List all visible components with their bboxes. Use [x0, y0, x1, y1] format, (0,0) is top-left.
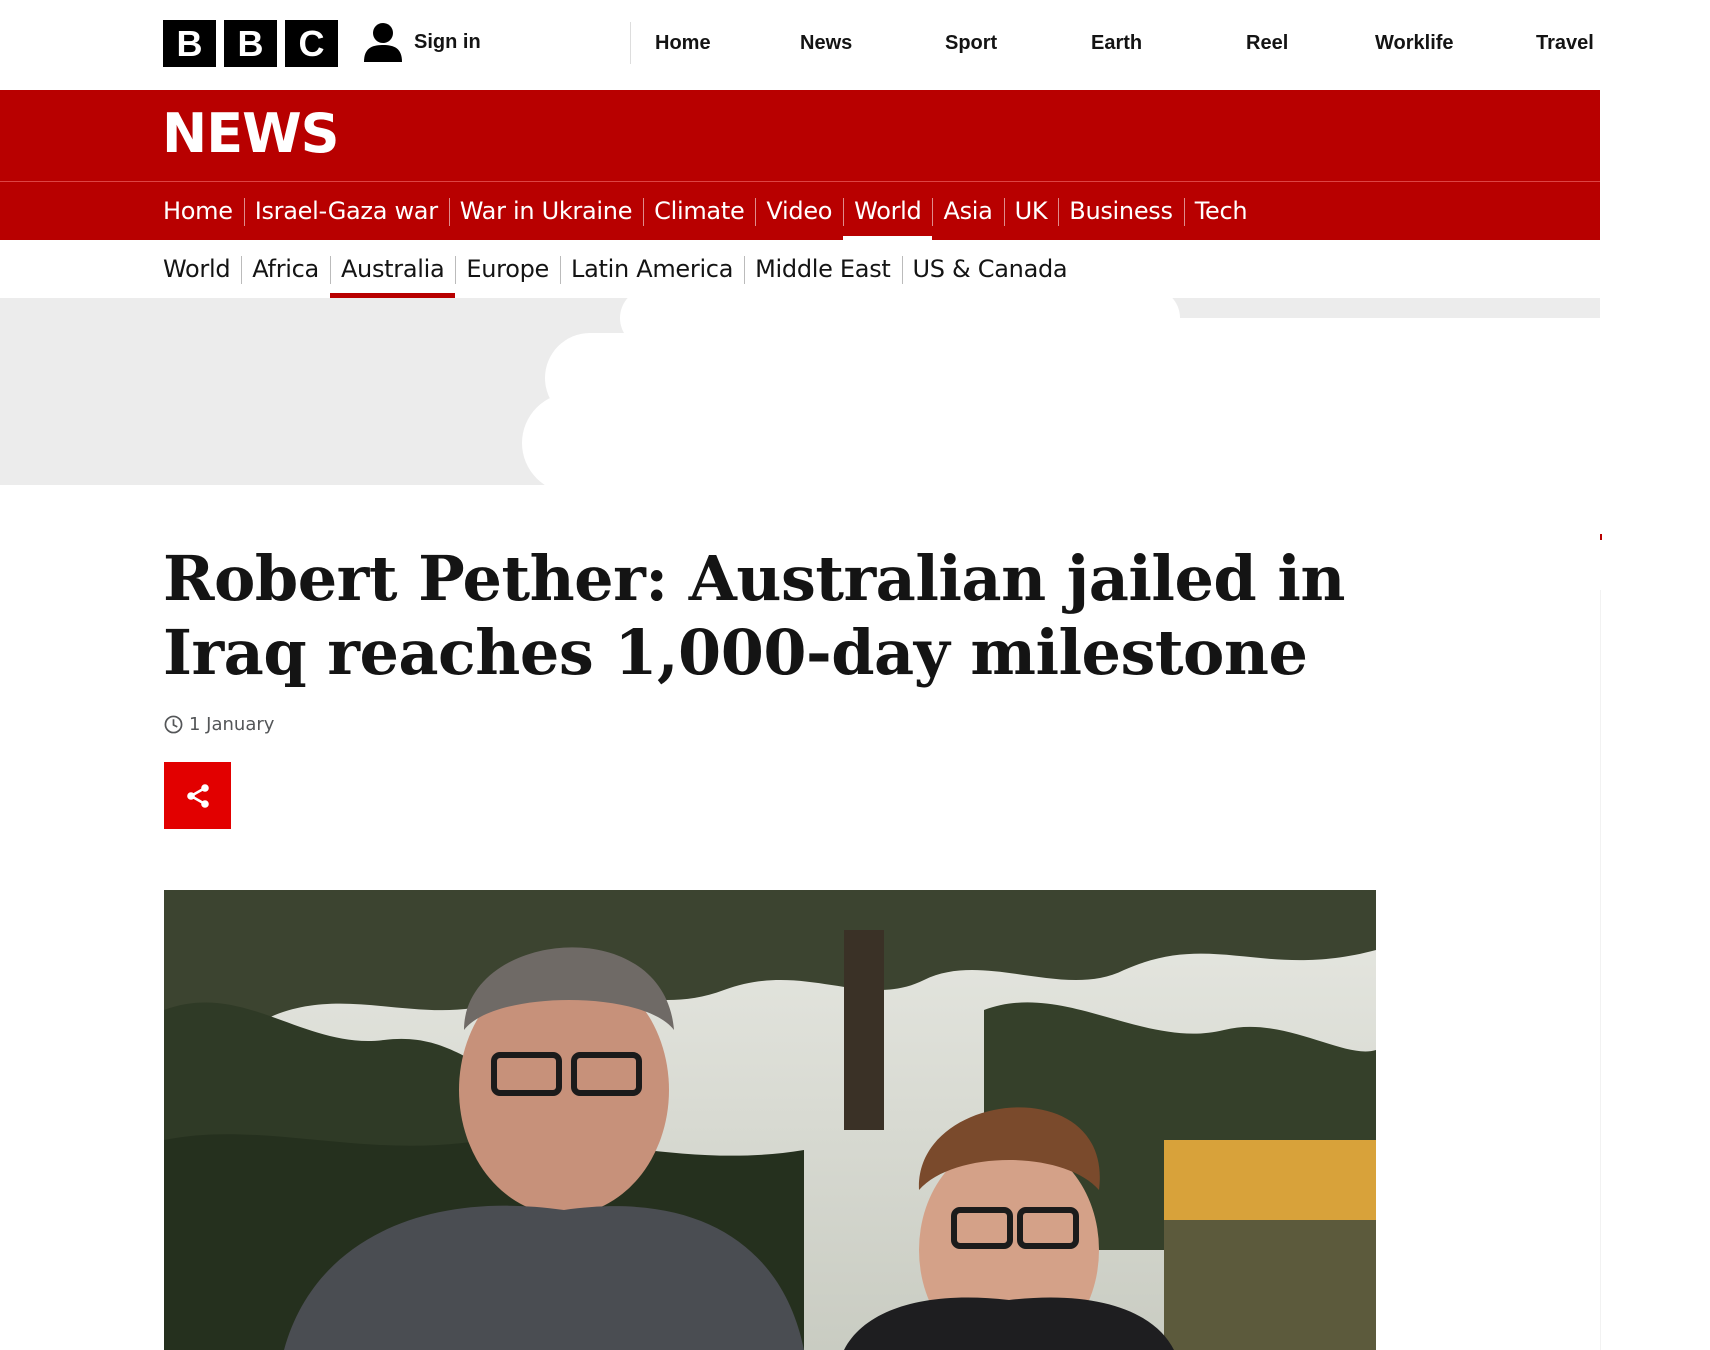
section-nav-video[interactable]: Video [755, 182, 843, 240]
page-right-margin [1600, 0, 1710, 1350]
section-nav-uk[interactable]: UK [1003, 182, 1059, 240]
article-timestamp: 1 January [164, 714, 274, 735]
global-nav-news[interactable]: News [800, 32, 852, 55]
sub-nav-us-canada[interactable]: US & Canada [901, 240, 1079, 298]
article-hero-image [164, 890, 1376, 1350]
article-headline: Robert Pether: Australian jailed in Iraq… [163, 542, 1346, 689]
section-nav-business[interactable]: Business [1058, 182, 1183, 240]
global-header: B B C Sign in Home News Sport Earth Reel… [0, 0, 1710, 90]
clock-icon [164, 715, 183, 734]
sub-nav-middle-east[interactable]: Middle East [744, 240, 901, 298]
global-nav-travel[interactable]: Travel [1536, 32, 1594, 55]
global-nav-home[interactable]: Home [655, 32, 711, 55]
section-nav-climate[interactable]: Climate [643, 182, 755, 240]
bbc-logo[interactable]: B B C [163, 20, 338, 67]
section-nav-asia[interactable]: Asia [932, 182, 1003, 240]
news-banner: NEWS [0, 90, 1600, 181]
bbc-logo-letter: C [285, 20, 338, 67]
section-nav-israel-gaza-war[interactable]: Israel-Gaza war [243, 182, 449, 240]
ad-blank-shape [760, 318, 1600, 485]
advert-slot[interactable] [0, 298, 1600, 485]
news-wordmark[interactable]: NEWS [162, 102, 340, 165]
sub-nav-world[interactable]: World [152, 240, 241, 298]
share-button[interactable] [164, 762, 231, 829]
sub-nav-latin-america[interactable]: Latin America [560, 240, 744, 298]
share-icon [186, 783, 209, 808]
bbc-logo-letter: B [163, 20, 216, 67]
sub-nav-europe[interactable]: Europe [455, 240, 560, 298]
section-nav: Home Israel-Gaza war War in Ukraine Clim… [0, 182, 1600, 240]
bbc-logo-letter: B [224, 20, 277, 67]
global-nav-reel[interactable]: Reel [1246, 32, 1288, 55]
global-nav-earth[interactable]: Earth [1091, 32, 1142, 55]
global-nav-worklife[interactable]: Worklife [1375, 32, 1454, 55]
global-nav-sport[interactable]: Sport [945, 32, 997, 55]
section-nav-home[interactable]: Home [152, 182, 244, 240]
article-date: 1 January [189, 714, 275, 735]
sign-in-label: Sign in [414, 30, 481, 53]
sub-nav-australia[interactable]: Australia [329, 240, 456, 298]
sub-nav: World Africa Australia Europe Latin Amer… [0, 240, 1600, 298]
section-nav-war-in-ukraine[interactable]: War in Ukraine [448, 182, 643, 240]
section-nav-world[interactable]: World [843, 182, 933, 240]
user-icon [364, 23, 402, 62]
edge-marker [1600, 534, 1602, 540]
section-nav-tech[interactable]: Tech [1183, 182, 1259, 240]
global-nav: Home News Sport Earth Reel Worklife Trav… [630, 22, 1594, 64]
edge-line [1600, 590, 1601, 1350]
sub-nav-africa[interactable]: Africa [241, 240, 330, 298]
sign-in-button[interactable]: Sign in [364, 22, 481, 62]
